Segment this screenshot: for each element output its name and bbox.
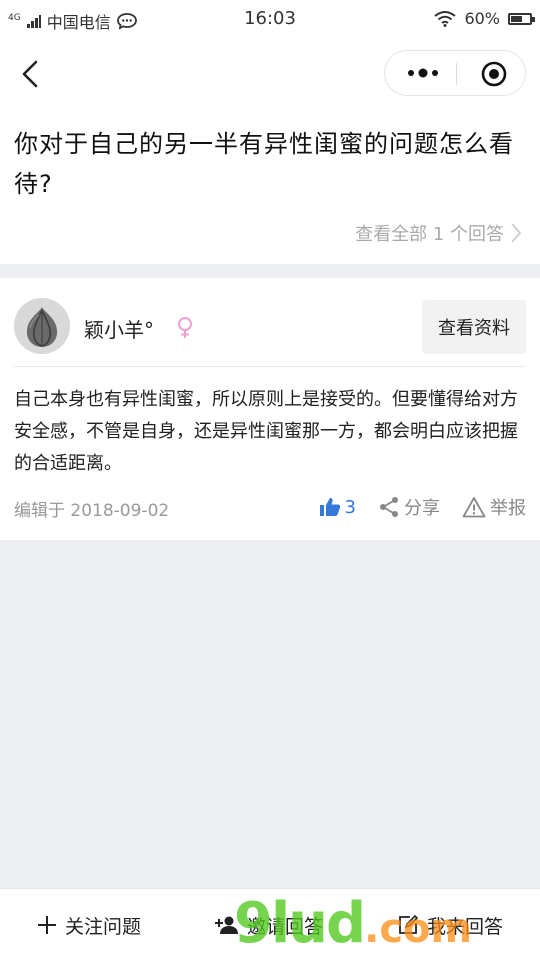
view-profile-button[interactable]: 查看资料 bbox=[422, 300, 526, 354]
answer-content: 自己本身也有异性闺蜜，所以原则上是接受的。但要懂得给对方安全感，不管是自身，还是… bbox=[14, 389, 518, 474]
author-name[interactable]: 颖小羊° bbox=[84, 314, 154, 343]
report-label: 举报 bbox=[490, 498, 526, 519]
write-answer-label: 我来回答 bbox=[426, 915, 503, 938]
onion-avatar-icon bbox=[14, 298, 70, 354]
thumbs-up-icon bbox=[319, 498, 340, 516]
battery-percent: 60% bbox=[464, 9, 500, 28]
chevron-right-icon bbox=[511, 223, 522, 243]
answer-actions: 3 分享 举报 bbox=[319, 494, 526, 520]
edit-icon bbox=[399, 914, 419, 934]
status-bar: 4G 中国电信 16:03 60% bbox=[0, 0, 540, 38]
question-title: 你对于自己的另一半有异性闺蜜的问题怎么看待? bbox=[14, 130, 514, 198]
write-answer-button[interactable]: 我来回答 bbox=[397, 912, 503, 939]
report-button[interactable]: 举报 bbox=[462, 494, 526, 520]
answer-card: 颖小羊° 查看资料 自己本身也有异性闺蜜，所以原则上是接受的。但要懂得给对方安全… bbox=[0, 278, 540, 540]
mini-program-capsule bbox=[384, 50, 526, 96]
capsule-divider bbox=[456, 63, 457, 85]
battery-icon bbox=[508, 12, 535, 25]
header-divider bbox=[14, 366, 526, 367]
plus-icon bbox=[37, 916, 56, 934]
section-divider bbox=[0, 264, 540, 278]
invite-answer-label: 邀请回答 bbox=[246, 915, 323, 938]
share-icon bbox=[380, 497, 398, 517]
view-all-answers-label: 查看全部 1 个回答 bbox=[355, 224, 504, 245]
share-label: 分享 bbox=[404, 498, 440, 519]
empty-area bbox=[0, 540, 540, 888]
wifi-icon bbox=[434, 10, 457, 27]
warning-icon bbox=[462, 497, 486, 518]
avatar[interactable] bbox=[14, 298, 70, 354]
back-icon[interactable] bbox=[12, 54, 52, 94]
more-icon[interactable] bbox=[403, 61, 443, 85]
nav-bar bbox=[0, 38, 540, 110]
like-count: 3 bbox=[344, 496, 356, 518]
like-button[interactable]: 3 bbox=[319, 497, 356, 518]
close-mini-program-icon[interactable] bbox=[481, 61, 507, 87]
add-user-icon bbox=[214, 916, 238, 934]
view-all-answers-link[interactable]: 查看全部 1 个回答 bbox=[355, 220, 522, 246]
edited-date: 编辑于 2018-09-02 bbox=[14, 501, 170, 521]
follow-question-label: 关注问题 bbox=[64, 915, 141, 938]
invite-answer-button[interactable]: 邀请回答 bbox=[214, 912, 323, 939]
female-icon bbox=[178, 317, 192, 338]
follow-question-button[interactable]: 关注问题 bbox=[37, 912, 141, 939]
share-button[interactable]: 分享 bbox=[378, 494, 440, 520]
bottom-action-bar: 关注问题 邀请回答 我来回答 bbox=[0, 888, 540, 961]
